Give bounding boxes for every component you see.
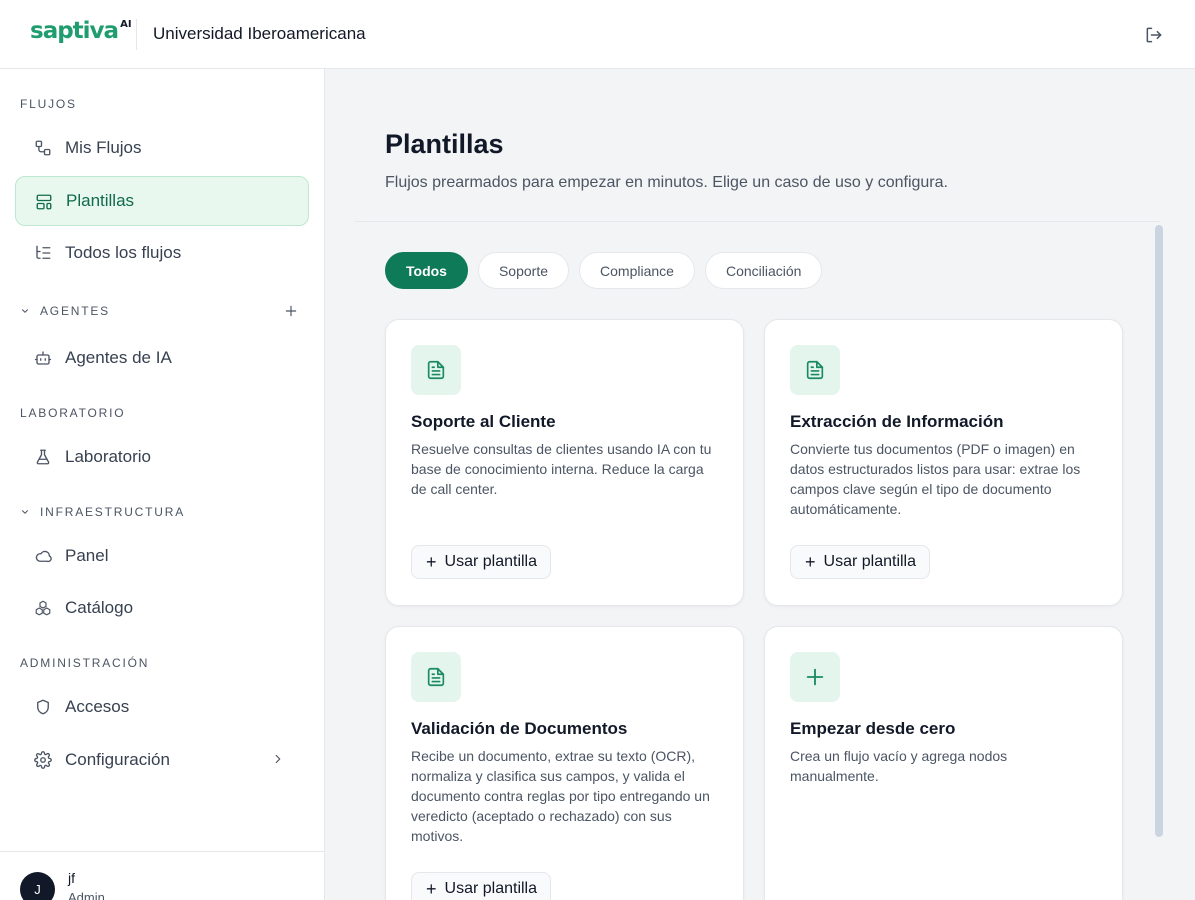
sidebar-item-label: Laboratorio	[65, 447, 152, 466]
organization-name: Universidad Iberoamericana	[153, 24, 366, 43]
list-tree-icon	[33, 243, 53, 263]
plus-icon	[285, 305, 297, 317]
card-description: Resuelve consultas de clientes usando IA…	[411, 441, 712, 497]
scrollbar[interactable]	[1155, 225, 1163, 837]
page-subtitle: Flujos prearmados para empezar en minuto…	[385, 174, 948, 191]
user-profile[interactable]: J jf Admin	[0, 851, 324, 900]
document-icon	[411, 652, 461, 702]
flask-icon	[33, 447, 53, 467]
sidebar-item-todos-los-flujos[interactable]: Todos los flujos	[15, 228, 309, 278]
section-label: INFRAESTRUCTURA	[40, 505, 186, 519]
add-agent-button[interactable]	[283, 303, 299, 319]
section-title-administracion: ADMINISTRACIÓN	[20, 656, 150, 670]
sidebar-item-label: Agentes de IA	[65, 348, 172, 367]
filter-chip-conciliacion[interactable]: Conciliación	[704, 252, 823, 289]
user-role: Admin	[68, 890, 105, 900]
card-title: Soporte al Cliente	[411, 412, 556, 431]
page-title: Plantillas	[385, 129, 504, 159]
content-divider	[355, 221, 1160, 222]
template-card-empezar-desde-cero[interactable]: Empezar desde cero Crea un flujo vacío y…	[764, 626, 1123, 900]
template-card-soporte[interactable]: Soporte al Cliente Resuelve consultas de…	[385, 319, 744, 606]
section-title-laboratorio: LABORATORIO	[20, 406, 126, 420]
plus-icon	[790, 652, 840, 702]
sidebar-item-plantillas[interactable]: Plantillas	[15, 176, 309, 226]
button-label: Usar plantilla	[444, 553, 537, 570]
sidebar-item-laboratorio[interactable]: Laboratorio	[15, 432, 309, 482]
plus-icon: +	[805, 552, 816, 572]
header-divider	[136, 19, 137, 50]
logout-button[interactable]	[1143, 24, 1165, 46]
workflow-icon	[33, 138, 53, 158]
document-icon	[790, 345, 840, 395]
logout-icon	[1146, 27, 1162, 43]
button-label: Usar plantilla	[823, 553, 916, 570]
plus-icon: +	[426, 552, 437, 572]
gear-icon	[33, 750, 53, 770]
saptiva-logo[interactable]: saptiva AI	[30, 18, 132, 44]
sidebar-item-label: Mis Flujos	[65, 138, 142, 157]
template-card-extraccion[interactable]: Extracción de Información Convierte tus …	[764, 319, 1123, 606]
card-description: Recibe un documento, extrae su texto (OC…	[411, 748, 710, 844]
chevron-down-icon	[20, 306, 32, 316]
chevron-down-icon	[20, 507, 32, 517]
cloud-icon	[33, 546, 53, 566]
bot-icon	[33, 348, 53, 368]
chevron-right-icon	[271, 752, 287, 768]
card-title: Empezar desde cero	[790, 719, 956, 738]
plus-icon: +	[426, 879, 437, 899]
sidebar-item-agentes-de-ia[interactable]: Agentes de IA	[15, 333, 309, 383]
sidebar-item-label: Accesos	[65, 697, 130, 716]
filter-chip-todos[interactable]: Todos	[385, 252, 468, 289]
section-label: AGENTES	[40, 304, 110, 318]
sidebar: FLUJOS Mis Flujos Plantillas Todos los f…	[0, 69, 325, 900]
sidebar-item-panel[interactable]: Panel	[15, 531, 309, 581]
sidebar-item-configuracion[interactable]: Configuración	[15, 735, 309, 785]
layout-template-icon	[34, 192, 54, 212]
sidebar-item-label: Todos los flujos	[65, 243, 182, 262]
avatar[interactable]: J	[20, 872, 55, 900]
sidebar-item-label: Catálogo	[65, 598, 134, 617]
card-title: Extracción de Información	[790, 412, 1004, 431]
template-card-validacion[interactable]: Validación de Documentos Recibe un docum…	[385, 626, 744, 900]
sidebar-item-label: Configuración	[65, 750, 170, 769]
sidebar-item-mis-flujos[interactable]: Mis Flujos	[15, 123, 309, 173]
card-description: Convierte tus documentos (PDF o imagen) …	[790, 441, 1081, 517]
boxes-icon	[33, 598, 53, 618]
filter-chips: Todos Soporte Compliance Conciliación	[385, 252, 823, 289]
sidebar-item-label: Panel	[65, 546, 109, 565]
filter-chip-compliance[interactable]: Compliance	[579, 252, 695, 289]
section-title-infraestructura[interactable]: INFRAESTRUCTURA	[20, 505, 185, 519]
top-header: saptiva AI Universidad Iberoamericana	[0, 0, 1195, 69]
user-name: jf	[68, 870, 75, 886]
use-template-button[interactable]: + Usar plantilla	[790, 545, 930, 579]
section-title-flujos: FLUJOS	[20, 97, 77, 111]
document-icon	[411, 345, 461, 395]
card-description: Crea un flujo vacío y agrega nodos manua…	[790, 748, 1008, 784]
sidebar-item-label: Plantillas	[66, 191, 135, 210]
sidebar-item-catalogo[interactable]: Catálogo	[15, 583, 309, 633]
shield-icon	[33, 697, 53, 717]
filter-chip-soporte[interactable]: Soporte	[477, 252, 570, 289]
section-title-agentes[interactable]: AGENTES	[20, 304, 110, 318]
use-template-button[interactable]: + Usar plantilla	[411, 545, 551, 579]
sidebar-item-accesos[interactable]: Accesos	[15, 682, 309, 732]
button-label: Usar plantilla	[444, 880, 537, 897]
use-template-button[interactable]: + Usar plantilla	[411, 872, 551, 900]
card-title: Validación de Documentos	[411, 719, 628, 738]
